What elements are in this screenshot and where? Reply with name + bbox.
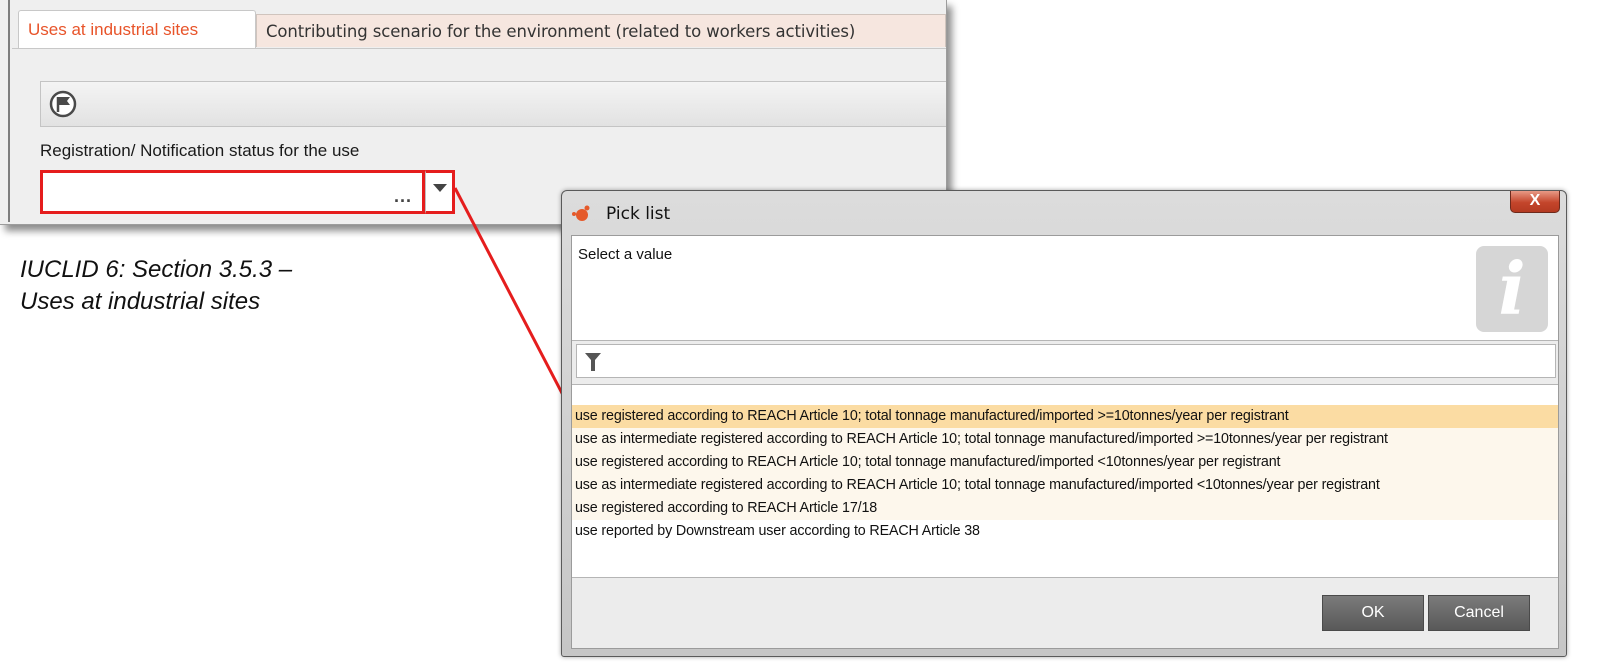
figure-caption: IUCLID 6: Section 3.5.3 – Uses at indust… bbox=[20, 254, 380, 318]
pick-list[interactable]: use registered according to REACH Articl… bbox=[572, 384, 1558, 578]
list-item[interactable]: use registered according to REACH Articl… bbox=[572, 451, 1558, 474]
close-button[interactable]: X bbox=[1510, 191, 1560, 213]
list-item[interactable]: use as intermediate registered according… bbox=[572, 428, 1558, 451]
filter-input[interactable] bbox=[576, 344, 1556, 378]
list-item[interactable]: use registered according to REACH Articl… bbox=[572, 497, 1558, 520]
caption-line-1: IUCLID 6: Section 3.5.3 – bbox=[20, 256, 293, 283]
dialog-content: Select a value i use registered accordin… bbox=[571, 235, 1559, 649]
cancel-button[interactable]: Cancel bbox=[1428, 595, 1530, 631]
flag-toolbar bbox=[40, 81, 946, 127]
dialog-title: Pick list bbox=[606, 204, 671, 224]
tab-contributing-scenario-environment[interactable]: Contributing scenario for the environmen… bbox=[256, 14, 946, 47]
dropdown-button[interactable] bbox=[425, 170, 455, 214]
registration-status-field[interactable]: ... bbox=[40, 170, 425, 214]
caption-line-2: Uses at industrial sites bbox=[20, 288, 261, 315]
chevron-down-icon bbox=[433, 184, 447, 192]
tab-strip: Uses at industrial sites Contributing sc… bbox=[12, 8, 946, 48]
iuclid-logo-icon bbox=[572, 205, 590, 221]
list-item[interactable]: use reported by Downstream user accordin… bbox=[572, 520, 1558, 543]
tab-uses-at-industrial-sites[interactable]: Uses at industrial sites bbox=[18, 10, 256, 48]
flag-icon[interactable] bbox=[49, 90, 77, 118]
info-area: Select a value i bbox=[572, 236, 1558, 341]
ellipsis-button[interactable]: ... bbox=[394, 186, 412, 207]
info-icon: i bbox=[1476, 246, 1548, 332]
pick-list-dialog: Pick list X Select a value i use registe… bbox=[561, 190, 1567, 657]
panel-edge bbox=[8, 0, 10, 222]
select-value-prompt: Select a value bbox=[578, 246, 673, 263]
ok-button[interactable]: OK bbox=[1322, 595, 1424, 631]
filter-icon bbox=[585, 353, 601, 371]
registration-status-label: Registration/ Notification status for th… bbox=[40, 141, 360, 160]
list-item[interactable]: use as intermediate registered according… bbox=[572, 474, 1558, 497]
list-item[interactable]: use registered according to REACH Articl… bbox=[572, 405, 1558, 428]
